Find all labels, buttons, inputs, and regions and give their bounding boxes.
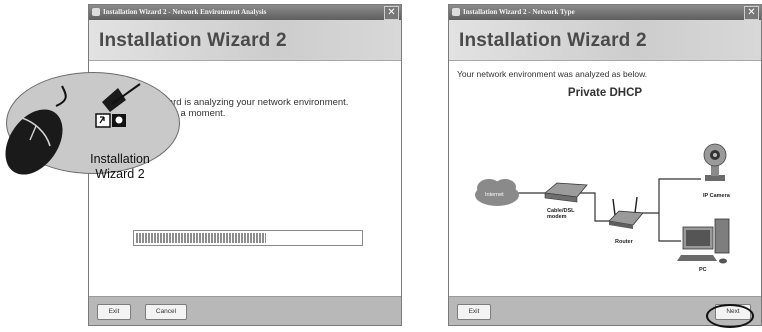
pc-label: PC	[699, 267, 707, 273]
router-label: Router	[615, 239, 633, 245]
camera-label: IP Camera	[703, 193, 730, 199]
callout-label-line1: Installation	[90, 152, 150, 166]
network-diagram	[475, 143, 730, 264]
ip-camera-icon	[703, 143, 727, 181]
modem-icon	[544, 182, 588, 203]
mouse-icon	[5, 85, 67, 175]
network-links	[517, 178, 701, 242]
router-icon	[608, 196, 644, 229]
modem-label: Cable/DSL modem	[547, 208, 575, 220]
installer-app-icon	[95, 83, 141, 128]
modem-label-line2: modem	[547, 214, 567, 220]
callout-label: Installation Wizard 2	[75, 152, 165, 182]
internet-label: Internet	[485, 192, 504, 198]
network-type-window: Installation Wizard 2 - Network Type ✕ I…	[448, 4, 762, 326]
next-highlight-ring	[706, 304, 754, 328]
callout-label-line2: Wizard 2	[95, 167, 145, 181]
exit-button[interactable]: Exit	[457, 304, 491, 320]
pc-icon	[677, 218, 730, 264]
